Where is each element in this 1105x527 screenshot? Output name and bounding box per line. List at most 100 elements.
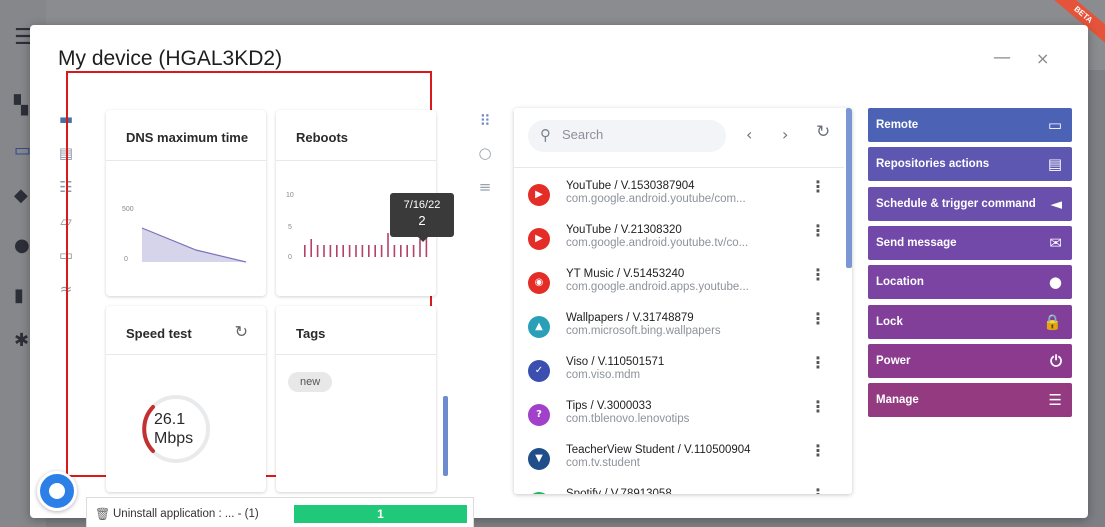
- app-icon: ◉: [528, 272, 550, 294]
- reboots-bar[interactable]: [361, 245, 364, 257]
- reboots-bar[interactable]: [368, 245, 370, 257]
- app-row[interactable]: ≋ Spotify / V.78913058 ⋮: [514, 482, 844, 494]
- reboots-bar[interactable]: [342, 245, 344, 257]
- chat-icon: [49, 483, 65, 499]
- reboots-bar[interactable]: [400, 245, 402, 257]
- app-package: com.google.android.youtube/com...: [566, 193, 746, 205]
- speed-unit: Mbps: [154, 430, 194, 447]
- app-row[interactable]: ? Tips / V.3000033 com.tblenovo.lenovotips…: [514, 394, 844, 438]
- action-button-manage[interactable]: Manage ☰: [868, 383, 1072, 418]
- app-icon: ▲: [528, 316, 550, 338]
- checklist-icon: ☰: [1048, 391, 1062, 410]
- action-button-power[interactable]: Power ⏻: [868, 343, 1072, 378]
- action-button-schedule-trigger-command[interactable]: Schedule & trigger command ◄: [868, 186, 1072, 221]
- app-icon: ▶: [528, 184, 550, 206]
- search-input[interactable]: [562, 127, 712, 142]
- action-label: Power: [876, 354, 911, 367]
- card-divider: [276, 354, 436, 355]
- app-kebab-menu-icon[interactable]: ⋮: [810, 223, 826, 239]
- app-row[interactable]: ▶ YouTube / V.1530387904 com.google.androi…: [514, 174, 844, 218]
- monitor-icon: ▭: [1047, 116, 1062, 134]
- task-progress: 1: [294, 505, 467, 523]
- trash-icon: 🗑: [95, 507, 111, 521]
- tooltip-value: 2: [418, 213, 426, 228]
- dialog-title: My device (HGAL3KD2): [58, 47, 283, 70]
- action-label: Repositories actions: [876, 158, 990, 171]
- tag-chip[interactable]: new: [288, 372, 333, 392]
- circle-view-icon[interactable]: ○: [476, 144, 494, 162]
- close-button[interactable]: ×: [1036, 49, 1049, 68]
- bg-device-icon: ▭: [14, 140, 32, 161]
- action-button-send-message[interactable]: Send message ✉: [868, 225, 1072, 260]
- reboots-bar[interactable]: [329, 245, 332, 257]
- reboots-bar[interactable]: [336, 245, 338, 257]
- minimize-button[interactable]: —: [993, 47, 1011, 68]
- app-row[interactable]: ▶ YouTube / V.21308320 com.google.android.…: [514, 218, 844, 262]
- reboots-bar[interactable]: [348, 245, 351, 257]
- reboots-bar[interactable]: [323, 245, 325, 257]
- tooltip-date: 7/16/22: [403, 199, 441, 211]
- app-name: YouTube / V.1530387904: [566, 180, 695, 192]
- app-package: com.google.android.youtube.tv/co...: [566, 237, 749, 249]
- app-kebab-menu-icon[interactable]: ⋮: [810, 355, 826, 371]
- action-label: Manage: [876, 394, 919, 407]
- app-row[interactable]: ▼ TeacherView Student / V.110500904 com.tv…: [514, 438, 844, 482]
- megaphone-icon: ◄: [1050, 194, 1062, 213]
- action-button-repositories-actions[interactable]: Repositories actions ▤: [868, 147, 1072, 182]
- app-name: Viso / V.110501571: [566, 356, 665, 368]
- chat-button[interactable]: [37, 471, 77, 511]
- bg-dashboard-icon: ▚: [14, 95, 28, 116]
- speed-gauge: [142, 395, 210, 463]
- app-kebab-menu-icon[interactable]: ⋮: [810, 267, 826, 283]
- reboots-bar[interactable]: [355, 245, 357, 257]
- app-row[interactable]: ✓ Viso / V.110501571 com.viso.mdm ⋮: [514, 350, 844, 394]
- list-view-icon[interactable]: ≡: [476, 178, 494, 196]
- app-name: YT Music / V.51453240: [566, 268, 685, 280]
- action-button-lock[interactable]: Lock 🔒: [868, 304, 1072, 339]
- next-page-button[interactable]: ›: [782, 125, 788, 144]
- gauge-fill: [142, 405, 155, 453]
- app-row[interactable]: ◉ YT Music / V.51453240 com.google.android…: [514, 262, 844, 306]
- reboots-bar[interactable]: [316, 245, 319, 257]
- power-icon: ⏻: [1050, 351, 1062, 370]
- grid-view-icon[interactable]: ⠿: [476, 112, 494, 130]
- speed-test-card: Speed test ↻ 26.1 Mbps: [106, 306, 266, 492]
- apps-scrollbar[interactable]: [846, 108, 852, 268]
- bg-settings-icon: ✱: [14, 330, 30, 351]
- action-label: Lock: [876, 315, 903, 328]
- action-label: Send message: [876, 236, 957, 249]
- bg-users-icon: ●: [14, 235, 30, 256]
- app-kebab-menu-icon[interactable]: ⋮: [810, 487, 826, 495]
- reboots-bar[interactable]: [310, 239, 312, 257]
- action-label: Schedule & trigger command: [876, 197, 1036, 210]
- app-kebab-menu-icon[interactable]: ⋮: [810, 311, 826, 327]
- reboots-bar[interactable]: [406, 245, 408, 257]
- reboots-bar[interactable]: [387, 233, 389, 257]
- app-icon: ▶: [528, 228, 550, 250]
- app-icon: ?: [528, 404, 550, 426]
- prev-page-button[interactable]: ‹: [746, 125, 752, 144]
- app-icon: ✓: [528, 360, 550, 382]
- reboots-bar[interactable]: [380, 245, 383, 257]
- action-button-remote[interactable]: Remote ▭: [868, 108, 1072, 142]
- bg-building-icon: ▮: [14, 285, 24, 306]
- reboots-bar[interactable]: [393, 245, 396, 257]
- dns-chart: [141, 227, 247, 263]
- task-label: Uninstall application : ... - (1): [113, 508, 259, 520]
- action-button-location[interactable]: Location ●: [868, 265, 1072, 300]
- reboots-bar[interactable]: [304, 245, 306, 257]
- dns-card: DNS maximum time 500 0: [106, 110, 266, 296]
- widgets-scrollbar[interactable]: [443, 396, 448, 476]
- reboots-bar[interactable]: [412, 245, 415, 257]
- reboots-bar[interactable]: [374, 245, 376, 257]
- app-kebab-menu-icon[interactable]: ⋮: [810, 179, 826, 195]
- app-row[interactable]: ▲ Wallpapers / V.31748879 com.microsoft.bi…: [514, 306, 844, 350]
- app-icon: ▼: [528, 448, 550, 470]
- apps-panel: ⚲ ‹ › ↻ ▶YouTube / V.1530387904com.googl…: [514, 108, 852, 494]
- location-pin-icon: ●: [1048, 273, 1062, 292]
- app-kebab-menu-icon[interactable]: ⋮: [810, 399, 826, 415]
- refresh-button[interactable]: ↻: [816, 122, 830, 142]
- app-name: TeacherView Student / V.110500904: [566, 444, 751, 456]
- tags-title: Tags: [296, 326, 326, 341]
- app-kebab-menu-icon[interactable]: ⋮: [810, 443, 826, 459]
